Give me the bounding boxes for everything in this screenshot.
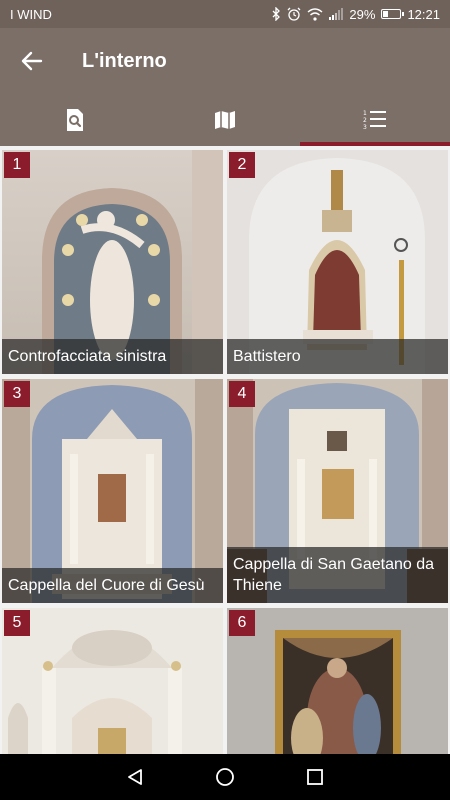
list-item[interactable]: 6 (227, 608, 448, 754)
item-number: 6 (229, 610, 255, 636)
battery-percent: 29% (349, 6, 376, 22)
svg-text:1: 1 (363, 110, 367, 117)
svg-text:3: 3 (363, 124, 367, 131)
carrier-name: I WIND (10, 6, 52, 22)
item-caption: Controfacciata sinistra (2, 339, 223, 374)
clock: 12:21 (407, 6, 440, 22)
page-title: L'interno (82, 49, 167, 72)
tab-list[interactable]: 123 (300, 94, 450, 146)
item-number: 3 (4, 381, 30, 407)
list-item[interactable]: 1 Controfacciata sinistra (2, 150, 223, 374)
numbered-list-icon: 123 (363, 110, 386, 131)
tab-bar: 123 (0, 94, 450, 146)
item-caption: Cappella del Cuore di Gesù (2, 568, 223, 603)
system-nav-bar (0, 754, 450, 800)
item-caption: Cappella di San Gaetano da Thiene (227, 547, 448, 603)
items-grid: 1 Controfacciata sinistra 2 Battistero 3… (0, 146, 450, 754)
signal-icon (329, 8, 344, 20)
item-photo (227, 608, 448, 754)
tab-map[interactable] (150, 94, 300, 146)
status-icons: 29% 12:21 (271, 7, 440, 22)
item-number: 2 (229, 152, 255, 178)
list-item[interactable]: 5 (2, 608, 223, 754)
search-document-icon (67, 109, 83, 131)
wifi-icon (307, 7, 323, 21)
item-photo (2, 608, 223, 754)
tab-search[interactable] (0, 94, 150, 146)
list-item[interactable]: 2 Battistero (227, 150, 448, 374)
bluetooth-icon (272, 7, 281, 21)
svg-text:2: 2 (363, 117, 367, 124)
app-bar: L'interno (0, 28, 450, 94)
item-number: 4 (229, 381, 255, 407)
battery-level (383, 11, 388, 17)
list-item[interactable]: 3 Cappella del Cuore di Gesù (2, 379, 223, 603)
list-item[interactable]: 4 Cappella di San Gaetano da Thiene (227, 379, 448, 603)
alarm-icon (287, 7, 301, 21)
status-bar: I WIND 29% 12:21 (0, 0, 450, 28)
map-icon (215, 111, 235, 129)
recents-square-icon[interactable] (306, 768, 324, 786)
arrow-left-icon (21, 51, 43, 71)
item-number: 1 (4, 152, 30, 178)
battery-icon (381, 9, 405, 19)
back-button[interactable] (0, 28, 64, 94)
item-number: 5 (4, 610, 30, 636)
back-triangle-icon[interactable] (126, 768, 144, 786)
item-caption: Battistero (227, 339, 448, 374)
home-circle-icon[interactable] (215, 767, 235, 787)
